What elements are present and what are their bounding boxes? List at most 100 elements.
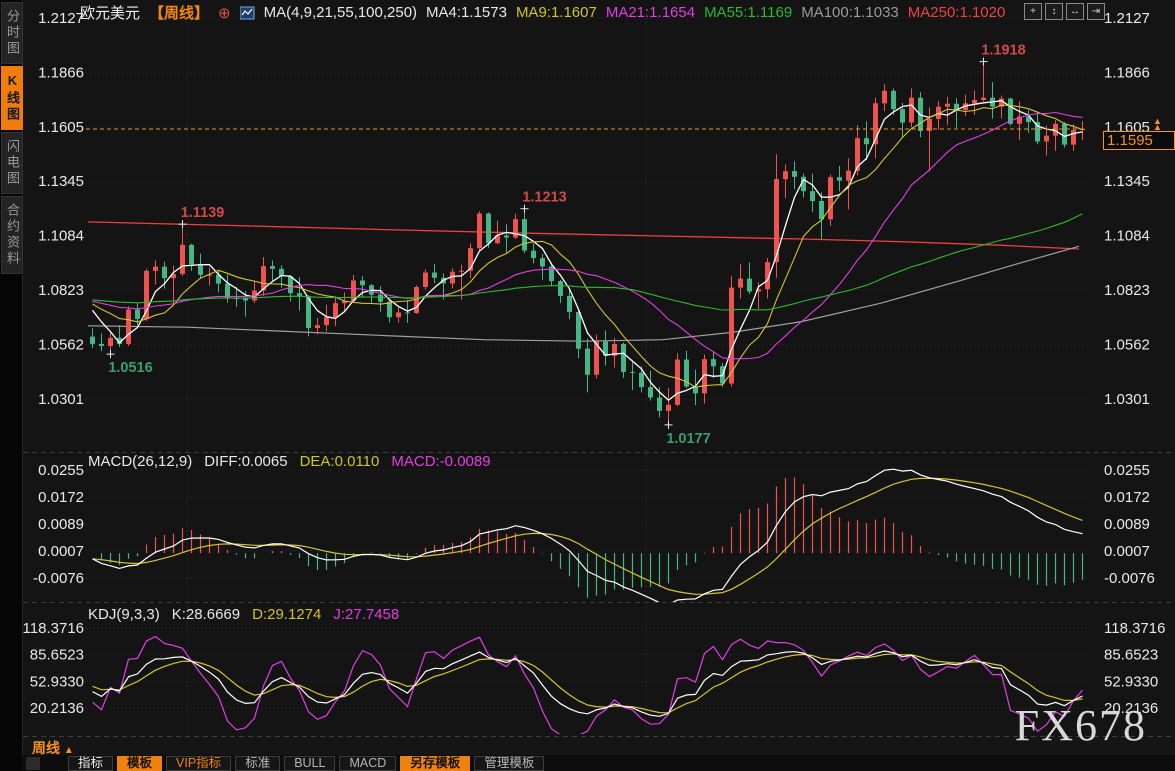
candle — [459, 271, 464, 272]
time-axis-strip: 周线 ▲ — [22, 737, 1175, 755]
ma55-value: MA55:1.1169 — [704, 4, 792, 21]
ma-params-label: MA(4,9,21,55,100,250) — [264, 4, 417, 21]
candle — [360, 280, 365, 285]
candle — [675, 360, 680, 405]
candle — [819, 201, 824, 219]
ma9-value: MA9:1.1607 — [516, 4, 597, 21]
ma250-value: MA250:1.1020 — [908, 4, 1006, 21]
candle — [711, 359, 716, 366]
tab-save-template[interactable]: 另存模板 — [400, 756, 470, 771]
candle — [666, 405, 671, 411]
candle — [531, 251, 536, 259]
candle — [99, 344, 104, 346]
candle — [621, 344, 626, 372]
candle — [423, 273, 428, 287]
axis-label: 118.3716 — [23, 620, 84, 637]
macd-hist-value: MACD:-0.0089 — [391, 453, 490, 470]
tab-bull[interactable]: BULL — [284, 756, 335, 771]
axis-label: 1.1084 — [38, 228, 84, 245]
sidebar-tab-contract-info[interactable]: 合约资料 — [1, 196, 23, 274]
axis-label: 0.0007 — [1104, 543, 1150, 560]
kdj-d-value: D:29.1274 — [252, 606, 321, 623]
annotations: 1.05161.11391.12131.01771.1918 — [107, 43, 1026, 447]
candle — [225, 284, 230, 298]
auto-scale-icon[interactable]: ↕ — [1045, 3, 1063, 20]
crosshair-tool-icon[interactable]: + — [1024, 3, 1042, 20]
chart-canvas[interactable]: 1.21271.21271.18661.18661.16051.16051.13… — [0, 0, 1175, 771]
tab-standard[interactable]: 标准 — [235, 756, 280, 771]
candle — [567, 296, 572, 312]
candle — [162, 267, 167, 278]
price-annotation: 1.1918 — [981, 43, 1025, 59]
watermark: FX678 — [1015, 700, 1147, 751]
kdj-k-value: K:28.6669 — [172, 606, 240, 623]
axis-label: 0.0172 — [38, 489, 84, 506]
axis-label: 1.0823 — [38, 282, 84, 299]
ma4-value: MA4:1.1573 — [426, 4, 507, 21]
candle — [396, 312, 401, 317]
sidebar-tab-time-chart[interactable]: 分时图 — [1, 2, 23, 64]
tab-macd[interactable]: MACD — [339, 756, 396, 771]
axis-label: 0.0255 — [1104, 462, 1150, 479]
axis-label: 85.6523 — [1104, 647, 1158, 664]
candle — [900, 109, 905, 122]
candle — [432, 273, 437, 278]
candle — [558, 281, 563, 296]
kdj-header: KDJ(9,3,3) K:28.6669 D:29.1274 J:27.7458 — [88, 606, 399, 623]
axis-label: 1.2127 — [38, 10, 84, 27]
axis-label: 0.0089 — [38, 516, 84, 533]
chart-toolbar: + ↕ ↔ ⇥ — [1024, 3, 1105, 20]
chart-legend: 欧元美元 【周线】 ⊕ MA(4,9,21,55,100,250) MA4:1.… — [80, 2, 1005, 23]
axis-label: 0.0172 — [1104, 489, 1150, 506]
axis-label: 1.0301 — [1104, 391, 1150, 408]
candle — [945, 104, 950, 107]
candle — [477, 214, 482, 249]
macd-header: MACD(26,12,9) DIFF:0.0065 DEA:0.0110 MAC… — [88, 453, 491, 470]
axis-label: -0.0076 — [33, 570, 84, 587]
candle — [405, 312, 410, 313]
candle — [378, 295, 383, 302]
chart-type-icon[interactable] — [240, 6, 255, 20]
candle — [315, 325, 320, 328]
symbol-name: 欧元美元 — [80, 2, 140, 23]
tab-manage-templates[interactable]: 管理模板 — [474, 756, 544, 771]
axis-label: 52.9330 — [30, 673, 84, 690]
candle — [972, 100, 977, 103]
candle — [630, 372, 635, 373]
sidebar: 分时图 K线图 闪电图 合约资料 — [0, 0, 23, 771]
timeframe-label: 【周线】 — [149, 2, 209, 23]
chart-application: 1.21271.21271.18661.18661.16051.16051.13… — [0, 0, 1175, 771]
tab-indicators[interactable]: 指标 — [68, 756, 113, 771]
candle — [1071, 130, 1076, 145]
sidebar-tab-flash-chart[interactable]: 闪电图 — [1, 132, 23, 194]
axis-label: 1.0562 — [1104, 337, 1150, 354]
candle — [486, 214, 491, 244]
kdj-title: KDJ(9,3,3) — [88, 606, 160, 623]
candle — [585, 349, 590, 375]
axis-label: 52.9330 — [1104, 673, 1158, 690]
candle — [828, 177, 833, 219]
axis-label: 1.1866 — [1104, 64, 1150, 81]
axis-label: 1.1605 — [38, 119, 84, 136]
current-price-badge: 1.1595 — [1103, 131, 1175, 150]
scale-lock-icon[interactable]: ↔ — [1066, 3, 1084, 20]
candle — [126, 309, 131, 343]
tab-templates[interactable]: 模板 — [117, 756, 162, 771]
collapse-panel-icon[interactable]: ⇥ — [1087, 3, 1105, 20]
candle — [909, 98, 914, 123]
kdj-panel — [93, 637, 1083, 737]
macd-diff-value: DIFF:0.0065 — [204, 453, 287, 470]
candle — [324, 317, 329, 325]
candle — [1044, 136, 1049, 142]
axis-label: 1.0562 — [38, 337, 84, 354]
price-annotation: 1.0516 — [108, 360, 152, 376]
kdj-line — [93, 654, 1083, 713]
candle — [747, 279, 752, 292]
tab-vip-indicators[interactable]: VIP指标 — [166, 756, 231, 771]
sidebar-tab-candle-chart[interactable]: K线图 — [1, 66, 23, 130]
price-annotation: 1.0177 — [666, 431, 710, 447]
candle — [576, 312, 581, 349]
axis-label: 1.1345 — [1104, 173, 1150, 190]
add-compare-icon[interactable]: ⊕ — [218, 4, 231, 22]
kdj-j-value: J:27.7458 — [333, 606, 399, 623]
